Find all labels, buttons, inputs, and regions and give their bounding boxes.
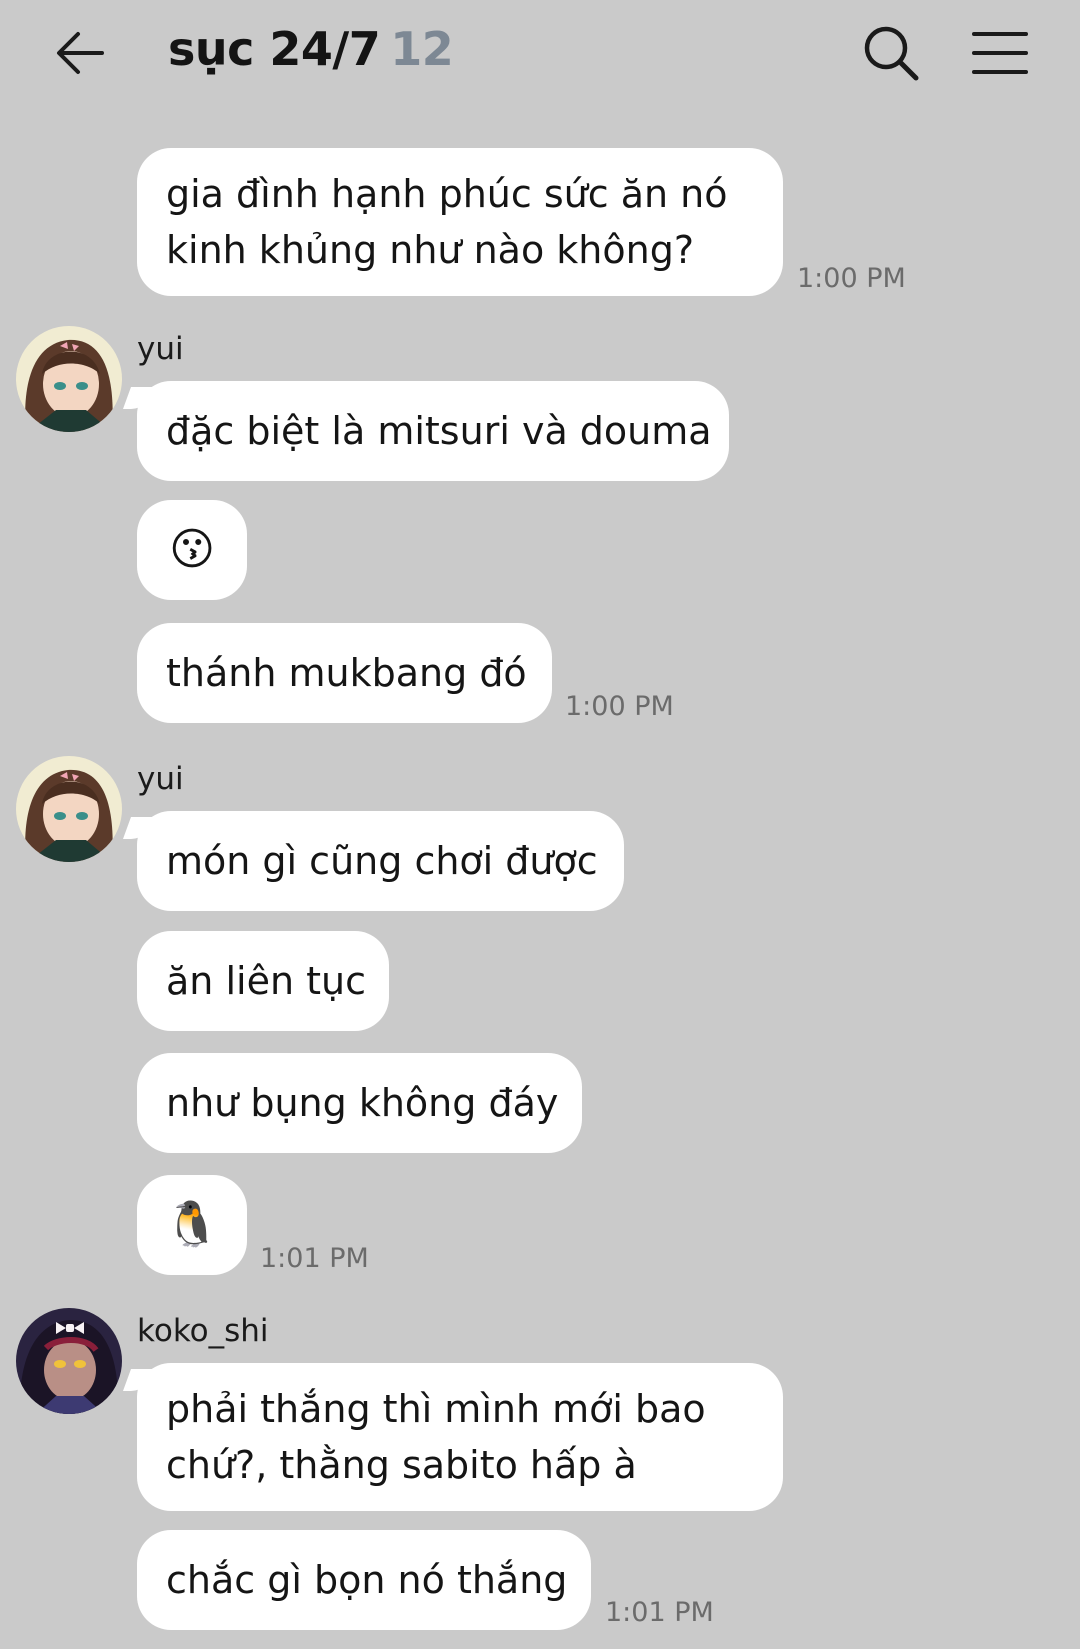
message-bubble[interactable]: ăn liên tục [137,931,389,1031]
avatar-image [16,326,122,432]
back-button[interactable] [52,24,110,82]
message-bubble[interactable]: phải thắng thì mình mới bao chứ?, thằng … [137,1363,783,1511]
message-bubble[interactable]: món gì cũng chơi được [137,811,624,911]
search-icon [864,26,919,81]
penguin-emoji: 🐧 [164,1199,220,1250]
message-timestamp: 1:00 PM [565,691,674,722]
message-text: như bụng không đáy [166,1081,559,1125]
message-text: món gì cũng chơi được [166,839,598,883]
message-timestamp: 1:01 PM [605,1597,714,1628]
sender-name: yui [137,331,184,367]
message-text: thánh mukbang đó [166,651,527,695]
message-text-line: gia đình hạnh phúc sức ăn nó [166,172,728,216]
avatar-image [16,1308,122,1414]
avatar-koko-shi[interactable] [16,1308,122,1414]
message-bubble[interactable]: như bụng không đáy [137,1053,582,1153]
message-text: đặc biệt là mitsuri và douma [166,409,712,453]
menu-button[interactable] [970,26,1030,80]
arrow-left-icon [57,32,104,74]
avatar-yui[interactable] [16,326,122,432]
message-timestamp: 1:01 PM [260,1243,369,1274]
avatar-image [16,756,122,862]
chat-header: sục 24/7 12 [0,0,1080,110]
message-text-line: chứ?, thằng sabito hấp à [166,1443,637,1487]
group-name: sục 24/7 [168,22,381,76]
message-text: chắc gì bọn nó thắng [166,1558,568,1602]
message-text-line: kinh khủng như nào không? [166,228,695,272]
hamburger-menu-icon [972,32,1028,74]
emoji-message-bubble[interactable]: 😗 [137,500,247,600]
message-bubble[interactable]: thánh mukbang đó [137,623,552,723]
search-button[interactable] [860,22,922,84]
avatar-yui[interactable] [16,756,122,862]
member-count: 12 [390,22,454,76]
message-text-line: phải thắng thì mình mới bao [166,1387,706,1431]
message-bubble[interactable]: chắc gì bọn nó thắng [137,1530,591,1630]
message-bubble[interactable]: gia đình hạnh phúc sức ăn nó kinh khủng … [137,148,783,296]
message-timestamp: 1:00 PM [797,263,906,294]
message-text: ăn liên tục [166,959,366,1003]
kissing-face-emoji: 😗 [169,524,215,575]
emoji-message-bubble[interactable]: 🐧 [137,1175,247,1275]
sender-name: koko_shi [137,1313,269,1349]
chat-title: sục 24/7 12 [168,22,454,76]
message-bubble[interactable]: đặc biệt là mitsuri và douma [137,381,729,481]
sender-name: yui [137,761,184,797]
